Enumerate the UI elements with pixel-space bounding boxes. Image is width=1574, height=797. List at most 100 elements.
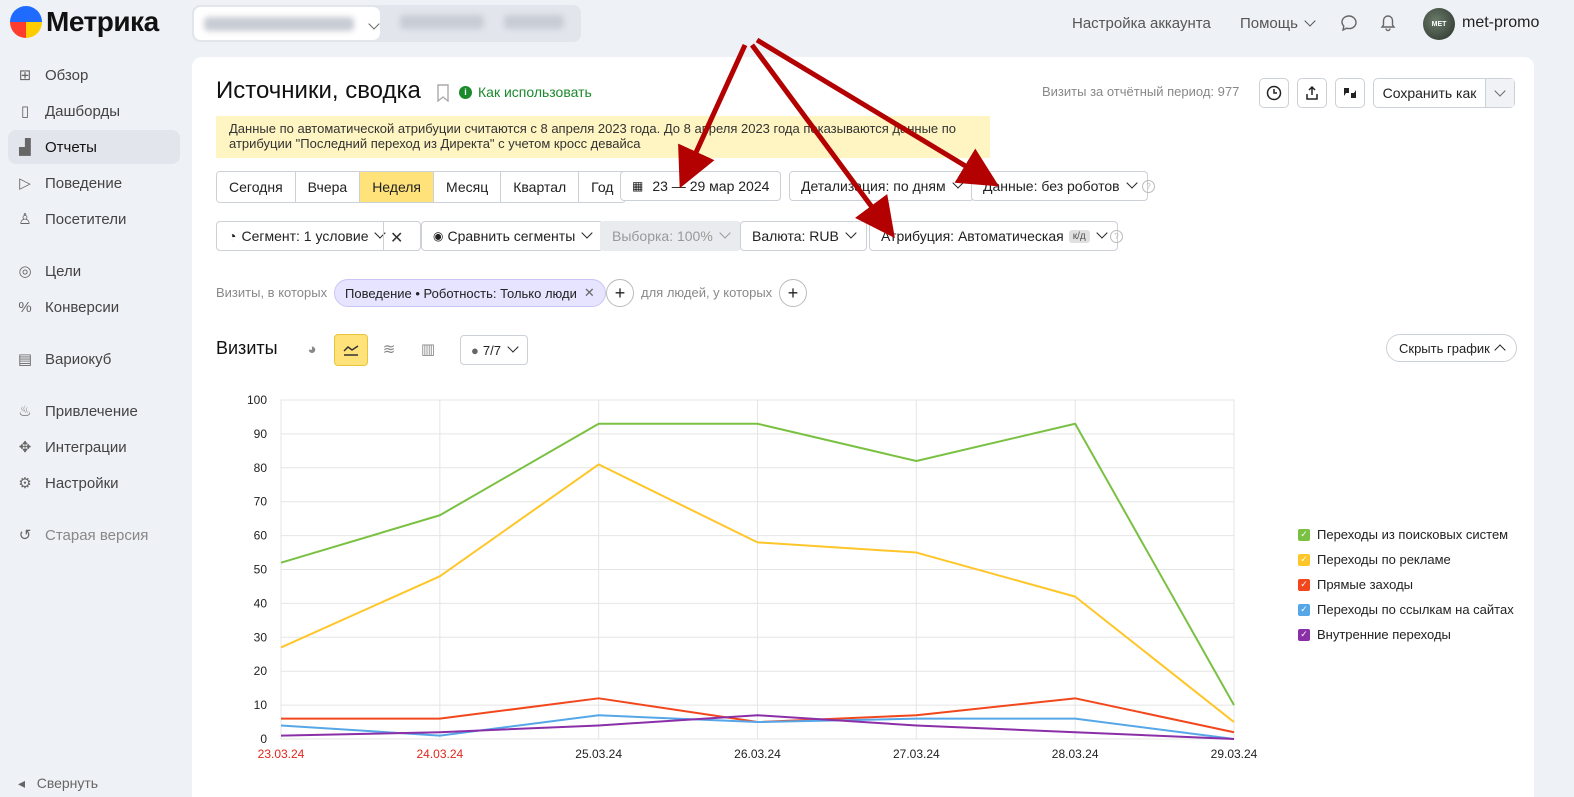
visits-line-chart: 0 10 20 30 40 50 60 70 80 90 100 23.03.24 24.03.24 25…: [247, 393, 1258, 761]
calendar-icon: ▦: [632, 179, 644, 193]
help-icon[interactable]: ?: [1110, 230, 1123, 243]
counter-url-blurred: [504, 15, 564, 29]
save-as-label[interactable]: Сохранить как: [1374, 79, 1486, 107]
sidebar-item-label: Посетители: [45, 210, 127, 228]
sidebar-item-flame[interactable]: ♨ Привлечение: [8, 394, 180, 428]
compare-button[interactable]: [1335, 78, 1365, 108]
legend-checkbox[interactable]: ✓: [1298, 578, 1310, 591]
sidebar-item-user[interactable]: ♙ Посетители: [8, 202, 180, 236]
legend-item[interactable]: ✓ Внутренние переходы: [1298, 622, 1514, 647]
save-as-dropdown[interactable]: [1486, 79, 1514, 107]
sidebar-item-label: Конверсии: [45, 298, 120, 316]
export-button[interactable]: [1297, 78, 1327, 108]
legend-checkbox[interactable]: ✓: [1298, 553, 1310, 566]
data-filter-dropdown[interactable]: Данные: без роботов: [971, 171, 1148, 201]
x-tick-label: 24.03.24: [416, 747, 463, 761]
bar-chart-type-button[interactable]: ▥: [412, 334, 444, 364]
add-visit-condition-button[interactable]: +: [606, 279, 634, 307]
chevron-down-icon: [1494, 85, 1506, 97]
sidebar-item-percent[interactable]: % Конверсии: [8, 290, 180, 324]
chevron-down-icon: [1125, 177, 1138, 189]
metrika-logo-icon: [10, 6, 42, 38]
currency-dropdown[interactable]: Валюта: RUB: [740, 221, 867, 251]
collapse-arrow-icon: ◂: [18, 775, 26, 791]
help-label: Помощь: [1240, 15, 1298, 32]
period-button[interactable]: Вчера: [295, 172, 361, 202]
target-icon: ◎: [18, 263, 32, 280]
sidebar-item-label: Привлечение: [45, 402, 138, 420]
legend-checkbox[interactable]: ✓: [1298, 603, 1310, 616]
period-button[interactable]: Год: [579, 172, 626, 202]
hide-chart-label: Скрыть график: [1399, 340, 1490, 356]
avatar[interactable]: MET: [1423, 8, 1455, 40]
attribution-notice: Данные по автоматической атрибуции счита…: [216, 116, 990, 158]
compare-label: Сравнить сегменты: [447, 228, 576, 244]
legend-item[interactable]: ✓ Переходы по ссылкам на сайтах: [1298, 597, 1514, 622]
clear-segment-icon[interactable]: ✕: [390, 228, 403, 248]
compare-segments-dropdown[interactable]: ◉ Сравнить сегменты: [421, 221, 604, 251]
help-icon[interactable]: ?: [1142, 180, 1155, 193]
sidebar-item-undo[interactable]: ↺ Старая версия: [8, 518, 180, 552]
sidebar-item-label: Интеграции: [45, 438, 127, 456]
sidebar-item-grid[interactable]: ⊞ Обзор: [8, 58, 180, 92]
legend-item[interactable]: ✓ Переходы из поисковых систем: [1298, 522, 1514, 547]
detail-dropdown[interactable]: Детализация: по дням: [789, 171, 974, 201]
sidebar-item-label: Поведение: [45, 174, 123, 192]
remove-filter-icon[interactable]: ✕: [584, 285, 595, 301]
sidebar-item-label: Настройки: [45, 474, 119, 492]
chevron-up-icon: [1494, 344, 1506, 356]
filter-chip[interactable]: Поведение • Роботность: Только люди ✕: [334, 279, 606, 307]
series-selector[interactable]: ● 7/7: [460, 335, 528, 365]
sidebar-item-table[interactable]: ▤ Вариокуб: [8, 342, 180, 376]
data-filter-label: Данные: без роботов: [983, 178, 1120, 194]
legend-item[interactable]: ✓ Прямые заходы: [1298, 572, 1514, 597]
username[interactable]: met-promo: [1462, 14, 1539, 32]
chevron-down-icon: [1096, 227, 1108, 239]
segment-label: Сегмент: 1 условие: [241, 228, 369, 244]
hide-chart-button[interactable]: Скрыть график: [1386, 334, 1517, 362]
chart-legend: ✓ Переходы из поисковых систем ✓ Переходы п…: [1298, 522, 1514, 647]
legend-item[interactable]: ✓ Переходы по рекламе: [1298, 547, 1514, 572]
sidebar-item-label: Цели: [45, 262, 82, 280]
legend-checkbox[interactable]: ✓: [1298, 628, 1310, 641]
period-selector: Сегодня Вчера Неделя Месяц Квартал Год: [216, 171, 627, 203]
bell-icon[interactable]: [1379, 14, 1397, 32]
collapse-sidebar[interactable]: ◂ Свернуть: [18, 775, 98, 792]
legend-checkbox[interactable]: ✓: [1298, 528, 1310, 541]
pie-chart-icon: ◕: [307, 340, 317, 358]
help-menu[interactable]: Помощь: [1240, 15, 1316, 32]
bookmark-icon[interactable]: [436, 84, 450, 105]
x-tick-label: 25.03.24: [575, 747, 622, 761]
period-button[interactable]: Месяц: [434, 172, 502, 202]
metrika-logo[interactable]: Метрика: [10, 6, 159, 38]
share-icon: [1306, 85, 1318, 100]
counter-select[interactable]: [194, 7, 380, 40]
period-button[interactable]: Квартал: [501, 172, 580, 202]
counter-switcher[interactable]: [192, 5, 581, 42]
chat-icon[interactable]: [1340, 14, 1358, 32]
pie-chart-type-button[interactable]: ◕: [296, 334, 328, 364]
sidebar-item-target[interactable]: ◎ Цели: [8, 254, 180, 288]
pie-icon: ◔: [228, 228, 237, 244]
period-button[interactable]: Сегодня: [217, 172, 296, 202]
x-tick-label: 26.03.24: [734, 747, 781, 761]
date-range-button[interactable]: ▦ 23 — 29 мар 2024: [620, 171, 782, 201]
area-chart-type-button[interactable]: ≋: [373, 334, 405, 364]
history-button[interactable]: [1259, 78, 1289, 108]
sidebar-item-puzzle[interactable]: ✥ Интеграции: [8, 430, 180, 464]
line-chart-type-button[interactable]: [334, 334, 368, 366]
add-people-condition-button[interactable]: +: [779, 279, 807, 307]
save-as-button[interactable]: Сохранить как: [1373, 78, 1515, 108]
sidebar-item-play[interactable]: ▷ Поведение: [8, 166, 180, 200]
period-button[interactable]: Неделя: [360, 172, 435, 202]
sidebar-item-bar-chart[interactable]: ▟ Отчеты: [8, 130, 180, 164]
page-title: Источники, сводка: [216, 77, 421, 104]
sidebar-item-dashboard[interactable]: ▯ Дашборды: [8, 94, 180, 128]
percent-icon: %: [18, 298, 32, 316]
attribution-dropdown[interactable]: Атрибуция: Автоматическая к/д: [869, 221, 1118, 251]
sidebar-item-gear[interactable]: ⚙ Настройки: [8, 466, 180, 500]
chart-title: Визиты: [216, 338, 278, 358]
puzzle-icon: ✥: [18, 439, 32, 456]
how-to-use-link[interactable]: i Как использовать: [459, 84, 592, 100]
account-settings-link[interactable]: Настройка аккаунта: [1072, 15, 1211, 32]
